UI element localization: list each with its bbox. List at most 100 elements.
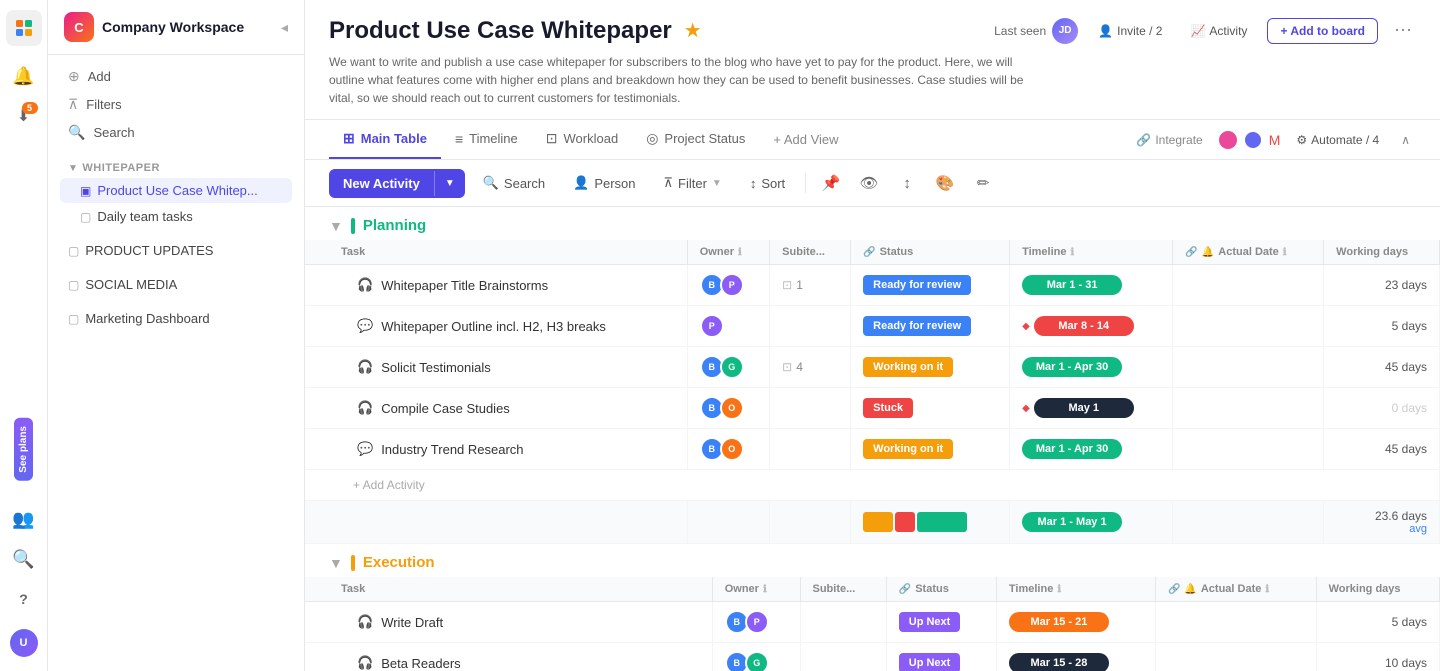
sort-button[interactable]: ↕ Sort xyxy=(740,170,795,197)
status-badge[interactable]: Working on it xyxy=(863,439,953,459)
pin-button[interactable]: 📌 xyxy=(816,168,846,198)
section-name: WHITEPAPER xyxy=(82,162,160,174)
star-icon[interactable]: ★ xyxy=(684,18,702,43)
task-column-header-ex: Task xyxy=(305,577,712,602)
task-cell: 🎧 Solicit Testimonials xyxy=(305,347,687,388)
working-days-cell: 45 days xyxy=(1324,429,1440,470)
add-activity-cell[interactable]: + Add Activity xyxy=(305,470,1440,501)
automate-button[interactable]: ⚙ Automate / 4 xyxy=(1288,129,1387,151)
integrate-area: 🔗 Integrate M ⚙ Automate / 4 ∧ xyxy=(1128,129,1416,151)
timeline-badge[interactable]: Mar 1 - Apr 30 xyxy=(1022,357,1122,377)
new-activity-dropdown-arrow[interactable]: ▼ xyxy=(434,171,465,196)
timeline-cell: Mar 15 - 28 xyxy=(996,643,1155,671)
new-activity-btn[interactable]: New Activity ▼ xyxy=(329,169,465,198)
timeline-cell: Mar 1 - Apr 30 xyxy=(1010,429,1173,470)
headphone-icon: 🎧 xyxy=(357,400,373,416)
collapse-view-btn[interactable]: ∧ xyxy=(1395,129,1416,151)
diamond-icon: ◆ xyxy=(1022,403,1030,414)
planning-color-bar xyxy=(351,218,355,234)
add-tool[interactable]: ⊕ Add xyxy=(60,63,292,90)
whitepaper-section-label[interactable]: ▼ WHITEPAPER xyxy=(60,158,292,178)
person-button[interactable]: 👤 Person xyxy=(563,169,645,197)
status-badge[interactable]: Up Next xyxy=(899,612,961,632)
search-tool[interactable]: 🔍 Search xyxy=(60,119,292,146)
integration-dot-purple xyxy=(1245,132,1261,148)
sidebar-item-daily-team-tasks[interactable]: ▢ Daily team tasks xyxy=(60,204,292,229)
tab-timeline[interactable]: ≡ Timeline xyxy=(441,121,532,159)
activity-button[interactable]: 📈 Activity xyxy=(1182,20,1255,42)
status-badge[interactable]: Stuck xyxy=(863,398,913,418)
add-view-button[interactable]: + Add View xyxy=(759,122,852,157)
filters-tool[interactable]: ⊼ Filters xyxy=(60,91,292,118)
eye-button[interactable]: 👁 xyxy=(854,168,884,198)
sidebar-search-btn[interactable]: 🔍 xyxy=(6,541,42,577)
timeline-badge[interactable]: May 1 xyxy=(1034,398,1134,418)
doc-icon-4: ▢ xyxy=(68,278,79,292)
avatar-2: G xyxy=(720,355,744,379)
avg-label: avg xyxy=(1336,523,1427,535)
search-button[interactable]: 🔍 Search xyxy=(473,169,555,197)
status-cell: Stuck xyxy=(851,388,1010,429)
doc-icon: ▣ xyxy=(80,184,91,198)
execution-toggle[interactable]: ▼ xyxy=(329,555,343,571)
status-cell: Working on it xyxy=(851,347,1010,388)
status-badge[interactable]: Ready for review xyxy=(863,275,971,295)
download-icon-btn[interactable]: ⬇ 5 xyxy=(6,98,42,134)
see-plans-btn[interactable]: See plans xyxy=(14,418,33,481)
status-badge[interactable]: Up Next xyxy=(899,653,961,671)
sidebar-item-marketing[interactable]: ▢ Marketing Dashboard xyxy=(60,306,292,331)
timeline-badge[interactable]: Mar 15 - 21 xyxy=(1009,612,1109,632)
table-row: 🎧 Beta Readers B G Up Next xyxy=(305,643,1440,671)
timeline-badge[interactable]: Mar 1 - 31 xyxy=(1022,275,1122,295)
execution-group: ▼ Execution Task Owner ℹ xyxy=(305,544,1440,671)
planning-toggle[interactable]: ▼ xyxy=(329,218,343,234)
more-options-button[interactable]: ⋯ xyxy=(1390,16,1416,45)
invite-button[interactable]: 👤 Invite / 2 xyxy=(1090,20,1170,42)
owner-info-icon: ℹ xyxy=(738,247,742,258)
planning-header-row: Task Owner ℹ Subite... xyxy=(305,240,1440,265)
avatar-2: O xyxy=(720,437,744,461)
add-to-board-button[interactable]: + Add to board xyxy=(1267,18,1378,44)
owner-cell: B O xyxy=(687,429,769,470)
timeline-cell: ◆ Mar 8 - 14 xyxy=(1010,306,1173,347)
owner-cell: P xyxy=(687,306,769,347)
nav-item-label: Product Use Case Whitep... xyxy=(97,183,257,198)
help-icon-btn[interactable]: ? xyxy=(6,581,42,617)
integrate-button[interactable]: 🔗 Integrate xyxy=(1128,129,1210,151)
user-avatar: U xyxy=(10,629,38,657)
workspace-header[interactable]: C Company Workspace ◂ xyxy=(48,0,304,55)
add-activity-row[interactable]: + Add Activity xyxy=(305,470,1440,501)
task-cell: 🎧 Whitepaper Title Brainstorms xyxy=(305,265,687,306)
search-label: Search xyxy=(504,176,545,191)
tab-project-status[interactable]: ◎ Project Status xyxy=(632,120,759,159)
timeline-column-header: Timeline ℹ xyxy=(1010,240,1173,265)
color-button[interactable]: 🎨 xyxy=(930,168,960,198)
sidebar-item-social-media[interactable]: ▢ SOCIAL MEDIA xyxy=(60,272,292,297)
timeline-badge[interactable]: Mar 8 - 14 xyxy=(1034,316,1134,336)
sidebar-item-product-updates[interactable]: ▢ PRODUCT UPDATES xyxy=(60,238,292,263)
actual-date-cell xyxy=(1155,643,1316,671)
summary-owner-cell xyxy=(687,501,769,544)
planning-group-header: ▼ Planning xyxy=(305,207,1440,240)
status-badge[interactable]: Working on it xyxy=(863,357,953,377)
row-height-button[interactable]: ↕ xyxy=(892,168,922,198)
timeline-badge[interactable]: Mar 15 - 28 xyxy=(1009,653,1109,671)
product-updates-section: ▢ PRODUCT UPDATES xyxy=(48,234,304,268)
filter-button[interactable]: ⊼ Filter ▼ xyxy=(654,169,732,197)
edit-button[interactable]: ✏ xyxy=(968,168,998,198)
timeline-badge[interactable]: Mar 1 - Apr 30 xyxy=(1022,439,1122,459)
tab-main-table[interactable]: ⊞ Main Table xyxy=(329,120,441,159)
actual-date-link-icon: 🔗 xyxy=(1185,247,1197,258)
sidebar-item-product-use-case[interactable]: ▣ Product Use Case Whitep... xyxy=(60,178,292,203)
timeline-info-icon-ex: ℹ xyxy=(1057,584,1061,595)
summary-timeline-badge: Mar 1 - May 1 xyxy=(1022,512,1122,532)
task-name-text: Solicit Testimonials xyxy=(381,360,491,375)
status-badge[interactable]: Ready for review xyxy=(863,316,971,336)
home-icon-btn[interactable] xyxy=(6,10,42,46)
headphone-icon: 🎧 xyxy=(357,614,373,630)
bell-icon-btn[interactable]: 🔔 xyxy=(6,58,42,94)
user-avatar-btn[interactable]: U xyxy=(6,625,42,661)
working-days-cell: 0 days xyxy=(1324,388,1440,429)
people-icon-btn[interactable]: 👥 xyxy=(6,501,42,537)
tab-workload[interactable]: ⊡ Workload xyxy=(532,120,632,159)
